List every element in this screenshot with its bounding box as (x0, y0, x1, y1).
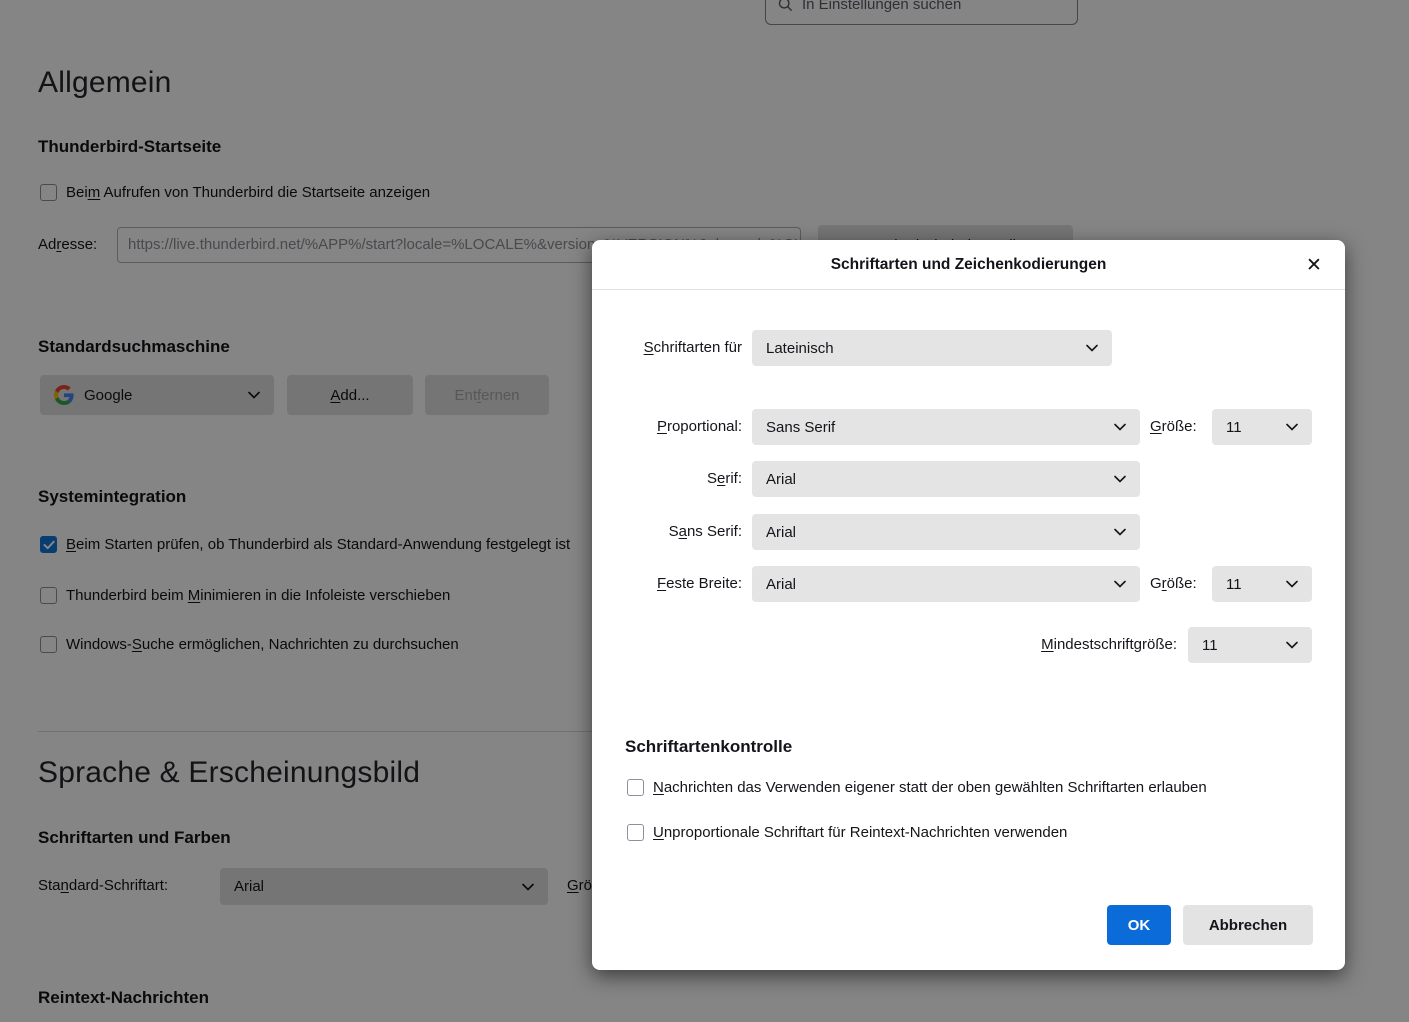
proportional-label: Proportional: (592, 409, 742, 445)
font-control-heading: Schriftartenkontrolle (625, 737, 792, 757)
close-icon[interactable]: ✕ (1297, 240, 1331, 290)
min-font-size-label: Mindestschriftgröße: (592, 627, 1177, 663)
cancel-button[interactable]: Abbrechen (1183, 905, 1313, 945)
chevron-down-icon (1286, 580, 1298, 588)
fonts-encodings-dialog: Schriftarten und Zeichenkodierungen ✕ Sc… (592, 240, 1345, 970)
proportional-value: Sans Serif (766, 419, 1114, 436)
fixed-width-size-value: 11 (1226, 576, 1286, 593)
dialog-title: Schriftarten und Zeichenkodierungen (592, 240, 1345, 290)
serif-select[interactable]: Arial (752, 461, 1140, 497)
dialog-header: Schriftarten und Zeichenkodierungen ✕ (592, 240, 1345, 290)
serif-value: Arial (766, 471, 1114, 488)
proportional-select[interactable]: Sans Serif (752, 409, 1140, 445)
chevron-down-icon (1286, 423, 1298, 431)
fixed-width-size-select[interactable]: 11 (1212, 566, 1312, 602)
min-font-size-value: 11 (1202, 637, 1286, 654)
chevron-down-icon (1286, 641, 1298, 649)
allow-custom-fonts-row: Nachrichten das Verwenden eigener statt … (627, 779, 1207, 796)
fixed-width-size-label: Größe: (1150, 566, 1197, 602)
fonts-for-label: Schriftarten für (592, 330, 742, 366)
fixed-width-label: Feste Breite: (592, 566, 742, 602)
chevron-down-icon (1086, 344, 1098, 352)
fixed-width-value: Arial (766, 576, 1114, 593)
sans-serif-value: Arial (766, 524, 1114, 541)
thunderbird-settings-window: In Einstellungen suchen Allgemein Thunde… (0, 0, 1409, 1022)
chevron-down-icon (1114, 475, 1126, 483)
chevron-down-icon (1114, 423, 1126, 431)
allow-custom-fonts-checkbox[interactable] (627, 779, 644, 796)
fonts-for-value: Lateinisch (766, 340, 1086, 357)
monospace-plaintext-checkbox[interactable] (627, 824, 644, 841)
serif-label: Serif: (592, 461, 742, 497)
sans-serif-select[interactable]: Arial (752, 514, 1140, 550)
allow-custom-fonts-label: Nachrichten das Verwenden eigener statt … (653, 779, 1207, 796)
monospace-plaintext-label: Unproportionale Schriftart für Reintext-… (653, 824, 1067, 841)
monospace-plaintext-row: Unproportionale Schriftart für Reintext-… (627, 824, 1067, 841)
ok-button[interactable]: OK (1107, 905, 1171, 945)
sans-serif-label: Sans Serif: (592, 514, 742, 550)
chevron-down-icon (1114, 580, 1126, 588)
proportional-size-label: Größe: (1150, 409, 1197, 445)
proportional-size-select[interactable]: 11 (1212, 409, 1312, 445)
chevron-down-icon (1114, 528, 1126, 536)
fixed-width-select[interactable]: Arial (752, 566, 1140, 602)
min-font-size-select[interactable]: 11 (1188, 627, 1312, 663)
proportional-size-value: 11 (1226, 419, 1286, 436)
fonts-for-select[interactable]: Lateinisch (752, 330, 1112, 366)
